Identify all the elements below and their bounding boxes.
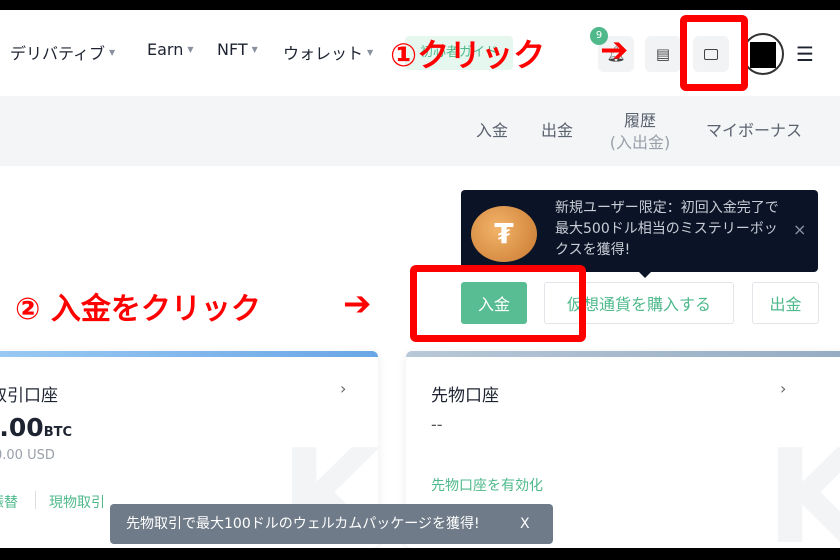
chevron-right-icon[interactable]: › <box>780 379 786 398</box>
history-sub-label: (入出金) <box>609 133 671 152</box>
tooltip-text: 新規ユーザー限定：初回入金完了で最大500ドル相当のミステリーボックスを獲得! <box>555 200 779 258</box>
amount-value: 0.00 <box>0 413 44 442</box>
close-icon[interactable]: X <box>520 504 530 544</box>
orders-button[interactable]: ▤ <box>645 36 681 72</box>
futures-amount: -- <box>431 415 443 434</box>
subnav-deposit[interactable]: 入金 <box>476 120 508 142</box>
history-label: 履歴 <box>623 111 656 130</box>
card-accent <box>0 351 378 357</box>
coin-icon: ₮ <box>471 206 537 262</box>
subnav-withdraw[interactable]: 出金 <box>541 120 573 142</box>
watermark-logo: K <box>766 421 840 548</box>
nav-label: デリバティブ <box>10 44 106 63</box>
arrow-right-icon: ➔ <box>343 284 372 324</box>
nav-label: Earn <box>147 40 184 59</box>
avatar[interactable] <box>742 33 784 75</box>
caret-down-icon: ▼ <box>367 47 374 57</box>
orders-icon: ▤ <box>655 45 671 63</box>
caret-down-icon: ▼ <box>251 45 258 54</box>
nav-label: ウォレット <box>283 44 364 63</box>
annotation-box-deposit <box>410 265 586 342</box>
withdraw-button[interactable]: 出金 <box>752 282 819 324</box>
new-user-tooltip: ₮ 新規ユーザー限定：初回入金完了で最大500ドル相当のミステリーボックスを獲得… <box>461 190 818 278</box>
nav-earn[interactable]: Earn ▼ <box>147 40 194 59</box>
usd-value: 0.00 USD <box>0 448 55 463</box>
menu-icon[interactable]: ☰ <box>796 42 814 66</box>
card-title: 先物口座 <box>431 386 499 406</box>
page: デリバティブ ▼ Earn ▼ NFT ▼ ウォレット ▼ 初心者ガイド 9 🔔︎ ▤ … <box>0 10 840 548</box>
toast-text: 先物取引で最大100ドルのウェルカムパッケージを獲得! <box>126 516 480 532</box>
annotation-step2: ② 入金をクリック <box>15 292 261 327</box>
nav-nft[interactable]: NFT ▼ <box>217 40 258 59</box>
nav-label: NFT <box>217 40 248 59</box>
notification-badge: 9 <box>590 27 608 45</box>
nav-wallet[interactable]: ウォレット ▼ <box>283 40 373 64</box>
annotation-box-wallet <box>680 15 748 91</box>
divider <box>35 491 36 509</box>
balance-amount: 0.00BTC <box>0 413 72 442</box>
annotation-step1: ①クリック <box>390 36 546 74</box>
card-title: 取引口座 <box>0 386 58 406</box>
transfer-link[interactable]: 振替 <box>0 492 18 512</box>
amount-unit: BTC <box>43 425 73 440</box>
close-icon[interactable]: × <box>793 220 806 239</box>
nav-derivatives[interactable]: デリバティブ ▼ <box>10 40 115 64</box>
chevron-right-icon[interactable]: › <box>340 379 346 398</box>
card-accent <box>406 351 840 357</box>
spot-trade-link[interactable]: 現物取引 <box>49 492 105 512</box>
subnav-history[interactable]: 履歴 (入出金) <box>604 110 676 154</box>
futures-promo-toast: 先物取引で最大100ドルのウェルカムパッケージを獲得! X <box>110 504 553 544</box>
activate-futures-link[interactable]: 先物口座を有効化 <box>431 475 543 495</box>
subnav-bonus[interactable]: マイボーナス <box>706 120 802 142</box>
caret-down-icon: ▼ <box>187 45 194 54</box>
caret-down-icon: ▼ <box>109 47 116 57</box>
